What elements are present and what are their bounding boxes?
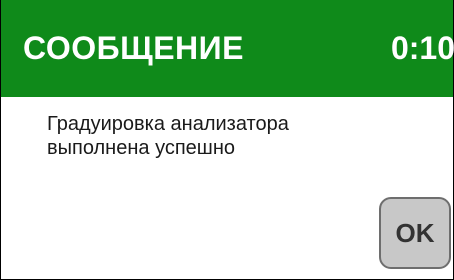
dialog-message: Градуировка анализатора выполнена успешн… xyxy=(47,112,367,160)
dialog-title: СООБЩЕНИЕ xyxy=(23,30,244,66)
message-line-1: Градуировка анализатора xyxy=(47,113,289,135)
countdown-timer: 0:10 xyxy=(390,30,454,66)
message-line-2: выполнена успешно xyxy=(47,137,236,159)
ok-button[interactable]: OK xyxy=(379,197,451,269)
dialog-header: СООБЩЕНИЕ 0:10 xyxy=(1,0,454,97)
message-dialog: СООБЩЕНИЕ 0:10 Градуировка анализатора в… xyxy=(0,0,454,280)
